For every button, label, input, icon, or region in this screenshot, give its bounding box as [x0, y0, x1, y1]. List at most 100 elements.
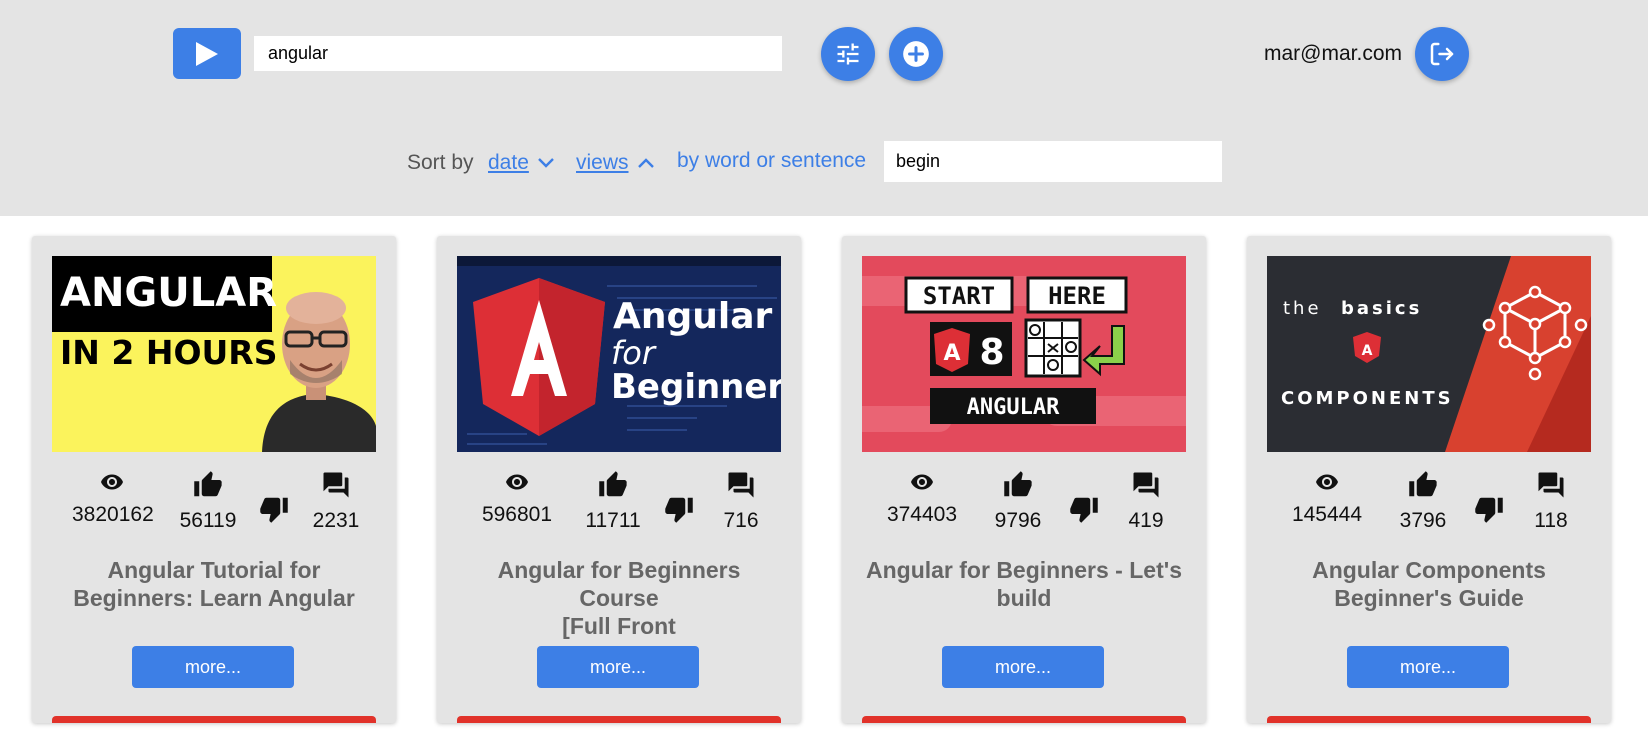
thumb-text: 8 — [979, 332, 1004, 373]
dislikes-stat[interactable] — [1469, 494, 1509, 529]
thumb-down-icon — [1070, 497, 1098, 523]
play-icon — [196, 41, 218, 66]
word-filter-label: by word or sentence — [677, 149, 867, 172]
eye-icon — [911, 474, 933, 490]
eye-icon — [506, 474, 528, 490]
thumb-text: COMPONENTS — [1281, 388, 1454, 409]
thumb-up-icon — [1004, 471, 1032, 497]
dislikes-stat[interactable] — [1064, 494, 1104, 529]
sort-bar: Sort by date views by word or sentence — [0, 140, 1648, 184]
logo-play-button[interactable] — [173, 28, 241, 79]
views-stat: 374403 — [882, 470, 962, 527]
video-card: START HERE A 8 ANGULAR 374403 9796 419 A… — [842, 236, 1206, 723]
sort-views-link[interactable]: views — [576, 151, 655, 175]
video-title-line: Angular for Beginners Course — [497, 557, 741, 611]
comments-stat: 419 — [1106, 470, 1186, 533]
add-video-button[interactable] — [889, 27, 943, 81]
likes-stat[interactable]: 9796 — [978, 470, 1058, 533]
thumb-down-icon — [1475, 497, 1503, 523]
thumb-text: START — [923, 282, 995, 310]
comments-stat: 716 — [701, 470, 781, 533]
views-stat: 145444 — [1287, 470, 1367, 527]
thumb-up-icon — [599, 471, 627, 497]
more-button[interactable]: more... — [942, 646, 1104, 688]
more-button[interactable]: more... — [132, 646, 294, 688]
svg-text:A: A — [1362, 343, 1373, 359]
likes-count: 3796 — [1399, 509, 1447, 532]
chevron-down-icon — [538, 158, 554, 168]
tune-icon — [837, 43, 859, 65]
card-accent-bar — [862, 716, 1186, 723]
video-title: Angular Components Beginner's Guide — [1267, 556, 1591, 612]
video-thumbnail[interactable]: Angular for Beginners — [457, 256, 781, 452]
card-accent-bar — [457, 716, 781, 723]
comments-count: 419 — [1128, 509, 1164, 532]
comments-count: 716 — [723, 509, 759, 532]
filter-button[interactable] — [821, 27, 875, 81]
comments-stat: 118 — [1511, 470, 1591, 533]
card-accent-bar — [52, 716, 376, 723]
dislikes-stat[interactable] — [254, 494, 294, 529]
video-thumbnail[interactable]: ANGULAR IN 2 HOURS — [52, 256, 376, 452]
comments-icon — [1133, 472, 1159, 498]
video-stats: 145444 3796 118 — [1247, 470, 1611, 540]
comments-count: 118 — [1534, 509, 1568, 532]
video-stats: 3820162 56119 2231 — [32, 470, 396, 540]
thumb-text: ANGULAR — [967, 395, 1060, 420]
more-button[interactable]: more... — [1347, 646, 1509, 688]
thumb-up-icon — [194, 471, 222, 497]
thumb-text: Beginners — [611, 367, 781, 407]
video-title-line: Angular Tutorial for — [107, 557, 321, 583]
comments-count: 2231 — [312, 509, 360, 532]
video-thumbnail[interactable]: START HERE A 8 ANGULAR — [862, 256, 1186, 452]
likes-count: 9796 — [994, 509, 1042, 532]
search-input[interactable] — [254, 36, 782, 71]
likes-stat[interactable]: 3796 — [1383, 470, 1463, 533]
app-header: mar@mar.com Sort by date views by word o… — [0, 0, 1648, 216]
likes-count: 56119 — [179, 509, 237, 532]
word-filter-input[interactable] — [884, 141, 1222, 182]
eye-icon — [1316, 474, 1338, 490]
svg-text:A: A — [943, 341, 960, 366]
views-count: 374403 — [886, 503, 958, 526]
comments-icon — [728, 472, 754, 498]
thumb-down-icon — [260, 497, 288, 523]
video-title-line: [Full Front — [562, 613, 676, 639]
more-button[interactable]: more... — [537, 646, 699, 688]
dislikes-stat[interactable] — [659, 494, 699, 529]
thumb-text: the — [1283, 298, 1322, 319]
video-card: Angular for Beginners 596801 11711 716 — [437, 236, 801, 723]
thumb-text: HERE — [1048, 282, 1106, 310]
video-title-line: build — [996, 585, 1052, 611]
video-stats: 596801 11711 716 — [437, 470, 801, 540]
sort-date-link[interactable]: date — [488, 151, 555, 175]
likes-stat[interactable]: 11711 — [573, 470, 653, 533]
video-card: the basics A COMPONENTS 145444 3796 118 … — [1247, 236, 1611, 723]
thumb-text: ANGULAR — [60, 270, 277, 316]
user-email: mar@mar.com — [1264, 42, 1402, 65]
video-title-line: Angular for Beginners - Let's — [865, 557, 1182, 583]
video-title-line: Beginners: Learn Angular — [73, 585, 355, 611]
comments-icon — [323, 472, 349, 498]
likes-stat[interactable]: 56119 — [168, 470, 248, 533]
thumb-up-icon — [1409, 471, 1437, 497]
video-title: Angular for Beginners - Let's build — [862, 556, 1186, 612]
thumb-text: Angular — [613, 296, 773, 337]
sort-date-label: date — [488, 151, 529, 174]
video-card: ANGULAR IN 2 HOURS 3820162 56119 2231 An… — [32, 236, 396, 723]
thumb-down-icon — [665, 497, 693, 523]
add-circle-icon — [903, 41, 929, 67]
sort-by-label: Sort by — [407, 151, 474, 174]
likes-count: 11711 — [585, 509, 641, 532]
logout-button[interactable] — [1415, 27, 1469, 81]
views-count: 3820162 — [72, 503, 154, 526]
video-thumbnail[interactable]: the basics A COMPONENTS — [1267, 256, 1591, 452]
video-stats: 374403 9796 419 — [842, 470, 1206, 540]
views-stat: 3820162 — [72, 470, 154, 527]
comments-icon — [1538, 472, 1564, 498]
video-title: Angular for Beginners Course [Full Front — [457, 556, 781, 640]
video-title-line: Beginner's Guide — [1334, 585, 1524, 611]
sort-views-label: views — [576, 151, 629, 174]
video-title-line: Angular Components — [1312, 557, 1546, 583]
views-count: 145444 — [1291, 503, 1363, 526]
